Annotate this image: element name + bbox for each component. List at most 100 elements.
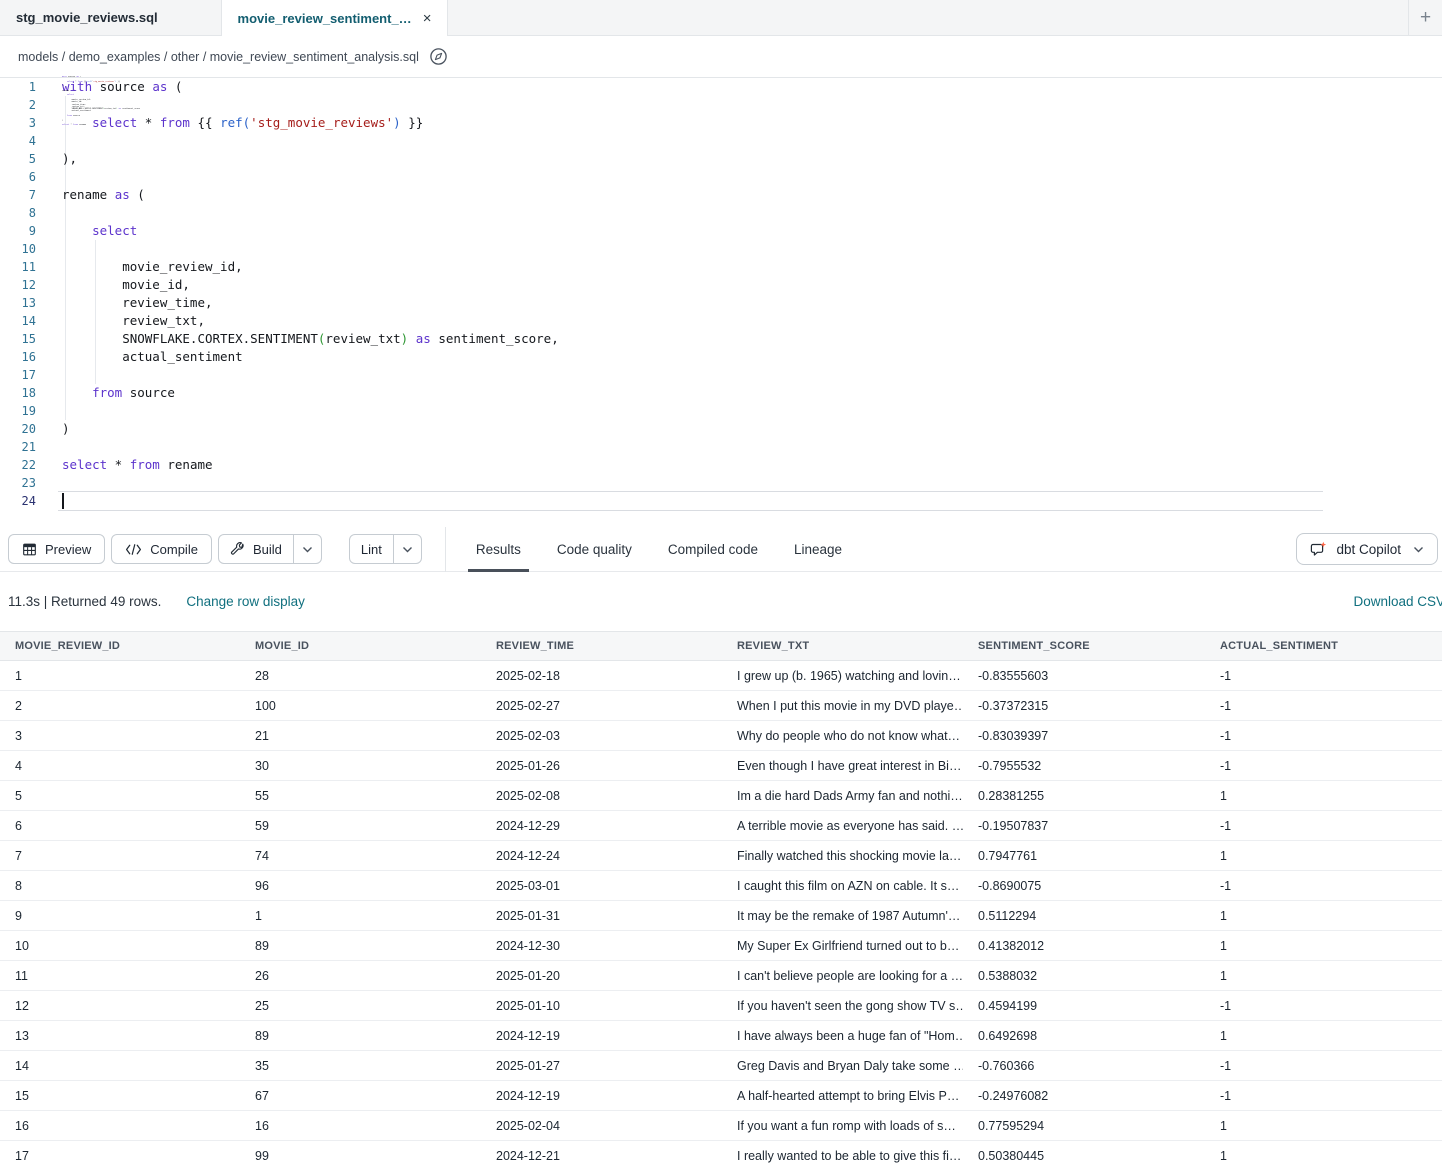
code-line[interactable] [62, 96, 1442, 114]
line-number[interactable]: 23 [0, 474, 44, 492]
lint-button[interactable]: Lint [350, 535, 393, 563]
tab-movie-review-sentiment-analysis[interactable]: movie_review_sentiment_… × [222, 0, 448, 36]
code-token: 'stg_movie_reviews' [250, 115, 393, 130]
code-token: ( [79, 76, 81, 78]
cell: 16 [0, 1119, 240, 1133]
docs-compass-icon[interactable] [429, 47, 448, 66]
code-line[interactable] [62, 204, 1442, 222]
review-text: If you haven't seen the gong show TV s… [737, 999, 963, 1013]
review-text: Even though I have great interest in Bi… [737, 759, 961, 773]
line-number[interactable]: 1 [0, 78, 44, 96]
line-number[interactable]: 8 [0, 204, 44, 222]
line-number[interactable]: 3 [0, 114, 44, 132]
line-number[interactable]: 17 [0, 366, 44, 384]
code-line[interactable]: actual_sentiment [62, 348, 1442, 366]
code-line[interactable] [62, 129, 140, 131]
preview-button[interactable]: Preview [8, 534, 105, 564]
cell: 1 [1205, 789, 1442, 803]
line-number[interactable]: 15 [0, 330, 44, 348]
code-line[interactable]: movie_id, [62, 276, 1442, 294]
lint-dropdown-button[interactable] [393, 535, 421, 563]
code-line[interactable]: movie_review_id, [62, 258, 1442, 276]
cell: When I put this movie in my DVD playe… [722, 699, 963, 713]
download-csv-link[interactable]: Download CSV [1353, 594, 1442, 609]
line-number[interactable]: 20 [0, 420, 44, 438]
new-tab-button[interactable]: + [1408, 0, 1442, 35]
code-line[interactable]: rename as ( [62, 186, 1442, 204]
code-token: from [160, 115, 190, 130]
table-row: 1282025-02-18I grew up (b. 1965) watchin… [0, 661, 1442, 691]
line-number[interactable]: 22 [0, 456, 44, 474]
table-row: 16162025-02-04If you want a fun romp wit… [0, 1111, 1442, 1141]
line-number[interactable]: 6 [0, 168, 44, 186]
close-icon[interactable]: × [423, 11, 432, 26]
results-tab-results[interactable]: Results [458, 527, 539, 572]
cell: 2025-02-08 [481, 789, 722, 803]
line-number[interactable]: 13 [0, 294, 44, 312]
change-row-display-link[interactable]: Change row display [186, 594, 305, 609]
table-row: 5552025-02-08Im a die hard Dads Army fan… [0, 781, 1442, 811]
cell: -0.83555603 [963, 669, 1205, 683]
build-button[interactable]: Build [219, 535, 293, 563]
line-number[interactable]: 18 [0, 384, 44, 402]
results-tab-code-quality[interactable]: Code quality [539, 527, 650, 572]
toolbar-divider [445, 527, 446, 572]
code-token: as [115, 187, 130, 202]
line-number[interactable]: 7 [0, 186, 44, 204]
code-token: from [92, 385, 122, 400]
cell: 1 [1205, 849, 1442, 863]
cell: My Super Ex Girlfriend turned out to b… [722, 939, 963, 953]
sql-code-editor[interactable]: 123456789101112131415161718192021222324 … [0, 78, 1442, 527]
line-number[interactable]: 12 [0, 276, 44, 294]
line-number[interactable]: 14 [0, 312, 44, 330]
code-line[interactable]: select * from {{ ref('stg_movie_reviews'… [62, 114, 1442, 132]
code-line[interactable] [62, 438, 1442, 456]
cell: 2025-02-04 [481, 1119, 722, 1133]
results-tab-lineage[interactable]: Lineage [776, 527, 860, 572]
breadcrumb[interactable]: models / demo_examples / other / movie_r… [18, 50, 419, 64]
cell: 89 [240, 1029, 481, 1043]
line-number[interactable]: 21 [0, 438, 44, 456]
line-number[interactable]: 9 [0, 222, 44, 240]
code-line[interactable]: from source [62, 384, 1442, 402]
code-line[interactable] [62, 492, 1442, 510]
code-line[interactable] [62, 240, 1442, 258]
code-line[interactable]: select * from rename [62, 456, 1442, 474]
line-numbers[interactable]: 123456789101112131415161718192021222324 [0, 78, 44, 510]
code-line[interactable]: review_txt, [62, 312, 1442, 330]
code-line[interactable]: ), [62, 150, 1442, 168]
cell: 0.41382012 [963, 939, 1205, 953]
results-tab-compiled-code[interactable]: Compiled code [650, 527, 776, 572]
line-number[interactable]: 16 [0, 348, 44, 366]
line-number[interactable]: 5 [0, 150, 44, 168]
line-number[interactable]: 4 [0, 132, 44, 150]
line-number[interactable]: 11 [0, 258, 44, 276]
code-lines[interactable]: with source as ( select * from {{ ref('s… [62, 78, 1442, 510]
column-header: REVIEW_TXT [722, 640, 963, 652]
code-line[interactable] [62, 474, 1442, 492]
preview-label: Preview [45, 542, 91, 557]
code-line[interactable]: with source as ( [62, 78, 1442, 96]
line-number[interactable]: 2 [0, 96, 44, 114]
cell: 0.4594199 [963, 999, 1205, 1013]
code-line[interactable]: select [62, 222, 1442, 240]
code-line[interactable] [62, 366, 1442, 384]
compile-button[interactable]: Compile [111, 534, 212, 564]
code-minimap[interactable]: with source as ( select * from {{ ref('s… [62, 76, 140, 132]
code-line[interactable]: review_time, [62, 294, 1442, 312]
code-line[interactable] [62, 402, 1442, 420]
line-number[interactable]: 19 [0, 402, 44, 420]
code-line[interactable]: SNOWFLAKE.CORTEX.SENTIMENT(review_txt) a… [62, 330, 1442, 348]
tab-stg-movie-reviews[interactable]: stg_movie_reviews.sql [0, 0, 222, 35]
cell: Im a die hard Dads Army fan and nothi… [722, 789, 963, 803]
cell: 2025-02-03 [481, 729, 722, 743]
table-row: 6592024-12-29A terrible movie as everyon… [0, 811, 1442, 841]
line-number[interactable]: 24 [0, 492, 44, 510]
build-dropdown-button[interactable] [293, 535, 321, 563]
code-line[interactable] [62, 168, 1442, 186]
dbt-copilot-button[interactable]: dbt Copilot [1296, 533, 1438, 565]
cell: 3 [0, 729, 240, 743]
code-line[interactable] [62, 132, 1442, 150]
line-number[interactable]: 10 [0, 240, 44, 258]
code-line[interactable]: ) [62, 420, 1442, 438]
